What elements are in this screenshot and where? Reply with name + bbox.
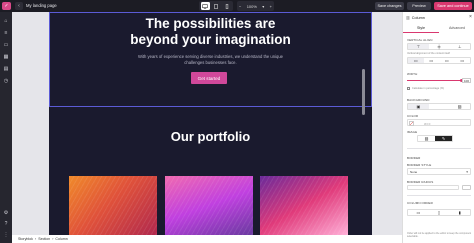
border-style-select[interactable]: None ▾	[407, 168, 471, 175]
justify-center-button[interactable]: ▭	[424, 58, 440, 63]
width-input[interactable]: 100	[462, 78, 471, 83]
panel-header: ▥ Column	[403, 12, 474, 23]
width-label: WIDTH	[407, 72, 418, 76]
chevron-down-icon: ▾	[466, 170, 468, 174]
hero-title-line-1: The possibilities are	[145, 16, 276, 31]
properties-panel: ▥ Column × Style Advanced VERTICAL ALIGN…	[402, 12, 474, 243]
zoom-level[interactable]: 100%	[247, 4, 257, 9]
portfolio-image-1[interactable]	[69, 176, 157, 235]
vertical-align-label: VERTICAL ALIGN	[407, 38, 433, 42]
back-button[interactable]: ‹	[15, 2, 23, 10]
breadcrumb-root[interactable]: Storyblok	[18, 237, 33, 241]
settings-icon[interactable]: ⚙	[3, 210, 9, 216]
save-and-continue-button[interactable]: Save and continue	[434, 2, 472, 10]
top-bar: ✓ ‹ My landing page − 100% ▾ + Save chan…	[0, 0, 474, 12]
image-control: ▨ ✎	[417, 135, 453, 142]
tab-advanced[interactable]: Advanced	[439, 25, 474, 33]
border-style-label: BORDER STYLE	[407, 163, 432, 167]
device-switcher	[199, 1, 233, 11]
layers-icon[interactable]: ≡	[3, 30, 9, 36]
pages-icon[interactable]: ▭	[3, 42, 9, 48]
zoom-in-button[interactable]: +	[270, 4, 272, 9]
tab-style[interactable]: Style	[403, 25, 439, 33]
no-color-swatch[interactable]	[409, 121, 414, 126]
vertical-align-hint: Vertical alignment of the content itself	[407, 52, 450, 55]
zoom-out-button[interactable]: −	[239, 4, 241, 9]
history-icon[interactable]: ◷	[3, 78, 9, 84]
order-mobile-button[interactable]: ▮	[449, 210, 470, 215]
vertical-align-control: ⊤ ╪ ⊥	[407, 43, 471, 50]
order-tablet-button[interactable]: ▯	[429, 210, 450, 215]
background-label: BACKGROUND	[407, 98, 430, 102]
column-icon: ▥	[406, 15, 410, 20]
order-desktop-button[interactable]: ▭	[408, 210, 429, 215]
more-icon[interactable]: ⋮	[3, 232, 9, 238]
library-icon[interactable]: ▤	[3, 66, 9, 72]
border-style-value: None	[410, 170, 418, 174]
portfolio-image-2[interactable]	[165, 176, 253, 235]
help-icon[interactable]: ?	[3, 221, 9, 227]
justify-start-button[interactable]: ▭	[408, 58, 424, 63]
justify-stretch-button[interactable]: ▭	[455, 58, 471, 63]
column-order-label: COLUMN ORDER	[407, 201, 433, 205]
border-radius-input[interactable]	[407, 185, 459, 190]
breadcrumb-separator: ›	[52, 237, 54, 241]
breadcrumb-section[interactable]: Section	[38, 237, 50, 241]
preview-button[interactable]: Preview	[407, 2, 431, 10]
justify-control: ▭ ▭ ▭ ▭	[407, 57, 471, 64]
breadcrumb-separator: ›	[34, 237, 37, 241]
home-icon[interactable]: ⌂	[3, 18, 9, 24]
panel-title: Column	[411, 15, 425, 20]
hero-title[interactable]: The possibilities are beyond your imagin…	[49, 16, 372, 47]
image-edit-button[interactable]: ✎	[435, 136, 452, 141]
color-value: #FFF	[424, 121, 431, 126]
justify-end-button[interactable]: ▭	[439, 58, 455, 63]
bg-color-button[interactable]: ▣	[408, 104, 429, 109]
mobile-icon	[225, 3, 228, 9]
align-bottom-button[interactable]: ⊥	[449, 44, 470, 49]
page-name: My landing page	[26, 3, 57, 8]
breadcrumb-column[interactable]: Column	[55, 237, 67, 241]
desktop-icon	[202, 3, 209, 9]
align-middle-button[interactable]: ╪	[429, 44, 450, 49]
align-top-button[interactable]: ⊤	[408, 44, 429, 49]
color-label: COLOR	[407, 114, 419, 118]
breadcrumb: Storyblok › Section › Column	[12, 235, 402, 243]
border-radius-label: BORDER RADIUS	[407, 180, 434, 184]
canvas-scrollbar[interactable]	[362, 69, 365, 115]
width-slider[interactable]	[407, 80, 461, 82]
image-label: IMAGE	[407, 130, 418, 134]
portfolio-title[interactable]: Our portfolio	[49, 129, 372, 144]
hero-title-line-2: beyond your imagination	[130, 31, 291, 47]
editor-canvas: The possibilities are beyond your imagin…	[12, 12, 402, 235]
bg-none-button[interactable]	[429, 104, 450, 109]
percentage-checkbox[interactable]	[407, 87, 410, 90]
tablet-view-button[interactable]	[211, 2, 220, 10]
border-radius-link-button[interactable]	[462, 185, 471, 190]
portfolio-image-3[interactable]	[260, 176, 348, 235]
logo-icon[interactable]: ✓	[2, 2, 11, 10]
tablet-icon	[214, 3, 218, 9]
chevron-down-icon[interactable]: ▾	[262, 4, 264, 9]
left-sidebar: ⌂ ≡ ▭ ▦ ▤ ◷ ⚙ ? ⋮	[0, 12, 12, 243]
column-order-note: Order will not be applied to the editor …	[407, 232, 472, 238]
background-type-control: ▣ ▨	[407, 103, 471, 110]
close-icon[interactable]: ×	[469, 15, 472, 20]
desktop-view-button[interactable]	[200, 2, 210, 10]
zoom-control: − 100% ▾ +	[237, 1, 274, 11]
hero-subtitle[interactable]: With years of experience serving diverse…	[132, 54, 289, 66]
column-order-control: ▭ ▯ ▮	[407, 209, 471, 216]
panel-tabs: Style Advanced	[403, 25, 474, 33]
color-input[interactable]: #FFF	[407, 119, 471, 126]
get-started-button[interactable]: Get started	[191, 72, 227, 84]
bg-image-button[interactable]: ▨	[449, 104, 470, 109]
save-changes-button[interactable]: Save changes	[375, 2, 404, 10]
image-upload-button[interactable]: ▨	[418, 136, 435, 141]
border-label: BORDER	[407, 156, 421, 160]
mobile-view-button[interactable]	[222, 2, 231, 10]
grid-icon[interactable]: ▦	[3, 54, 9, 60]
percentage-checkbox-label: Calculate in percentage (%)	[412, 87, 445, 90]
